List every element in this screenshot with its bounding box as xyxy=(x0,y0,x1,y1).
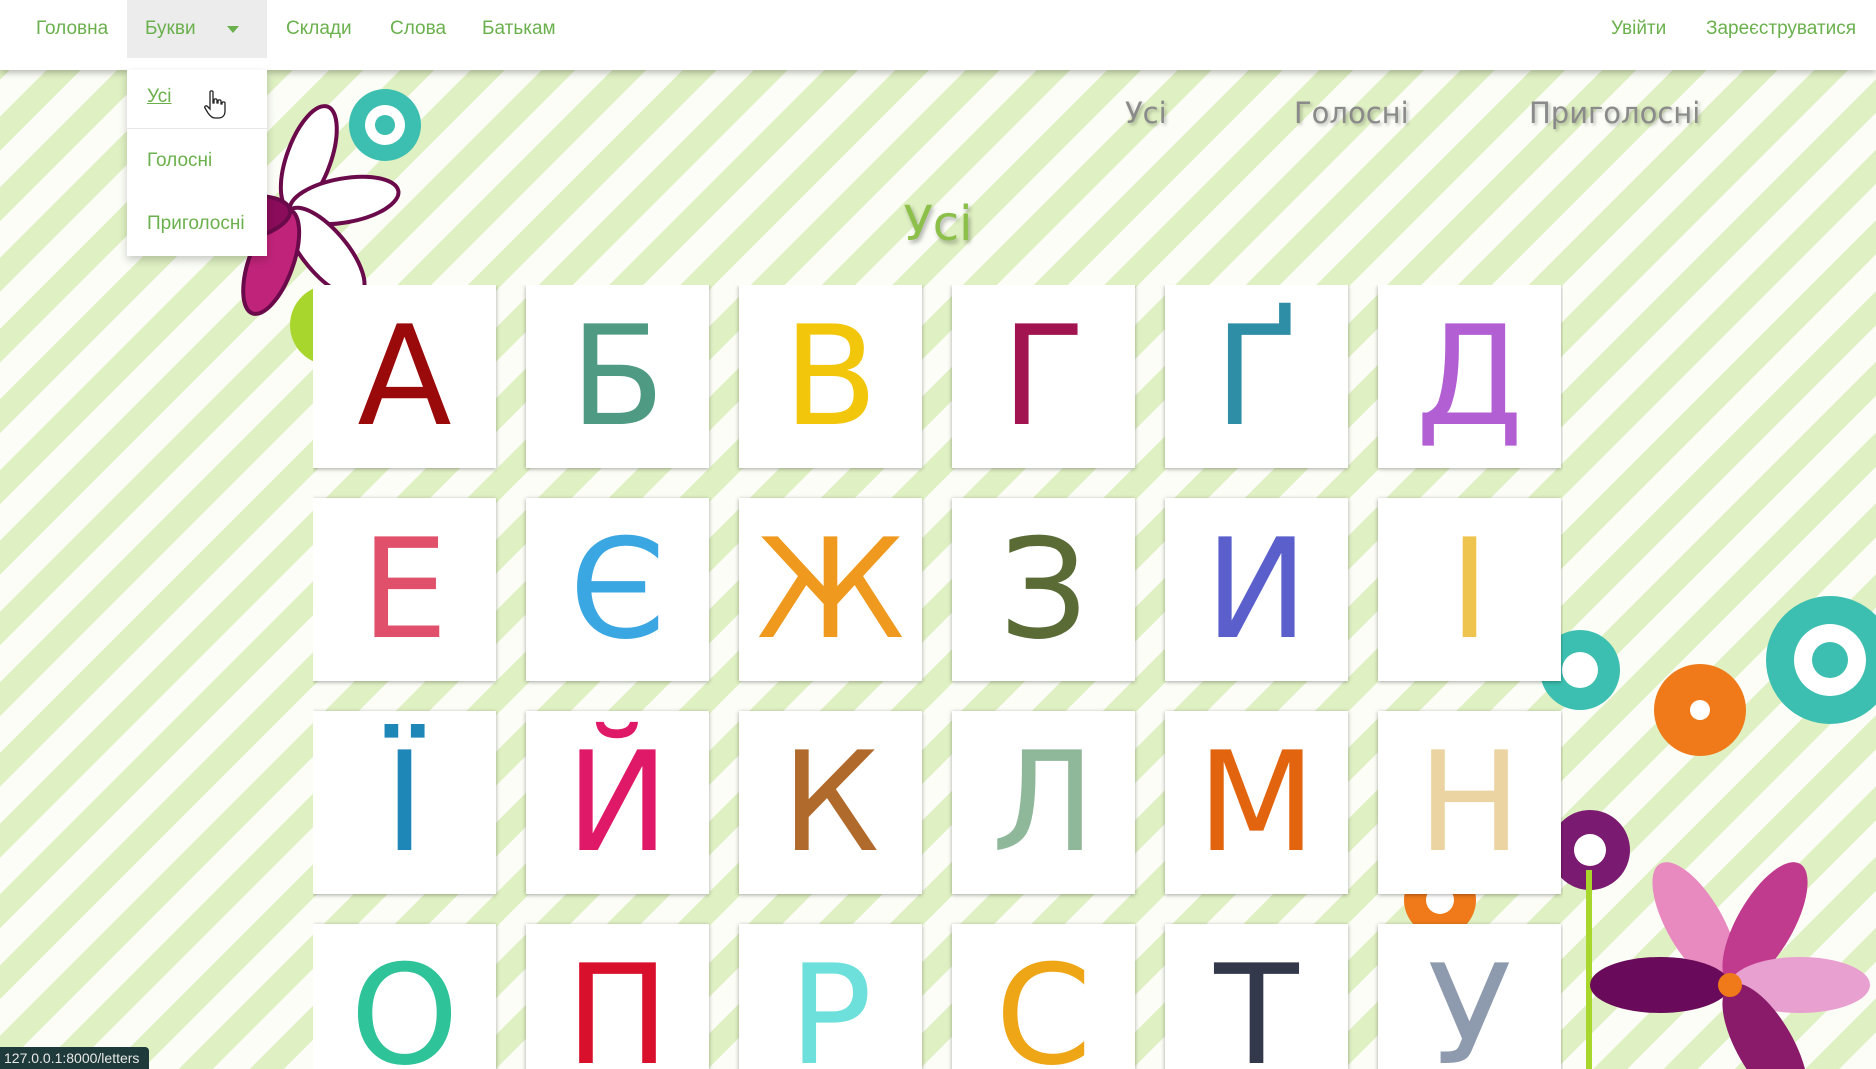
dropdown-item-vowels[interactable]: Голосні xyxy=(147,150,212,172)
letter-glyph: Г xyxy=(1001,295,1086,457)
letters-dropdown-menu: Усі Голосні Приголосні xyxy=(127,70,267,256)
letter-glyph: И xyxy=(1204,508,1309,670)
letter-glyph: Ї xyxy=(384,721,425,883)
letter-glyph: М xyxy=(1196,721,1317,883)
nav-letters-dropdown-toggle[interactable]: Букви xyxy=(127,0,267,58)
browser-status-url: 127.0.0.1:8000/letters xyxy=(0,1047,150,1069)
letter-glyph: Н xyxy=(1417,721,1522,883)
subnav-vowels[interactable]: Голосні xyxy=(1294,96,1409,130)
nav-letters-label: Букви xyxy=(145,18,196,39)
letter-glyph: У xyxy=(1427,934,1512,1069)
letter-card[interactable]: Ї xyxy=(313,711,496,894)
letter-card[interactable]: М xyxy=(1165,711,1348,894)
letter-card[interactable]: З xyxy=(952,498,1135,681)
letter-glyph: І xyxy=(1449,508,1490,670)
letter-card[interactable]: І xyxy=(1378,498,1561,681)
letter-glyph: О xyxy=(350,934,459,1069)
letter-glyph: К xyxy=(781,721,880,883)
letter-glyph: Б xyxy=(570,295,665,457)
letter-card[interactable]: А xyxy=(313,285,496,468)
letter-card[interactable]: У xyxy=(1378,924,1561,1069)
chevron-down-icon xyxy=(227,26,239,33)
letter-card[interactable]: Р xyxy=(739,924,922,1069)
letter-card[interactable]: Е xyxy=(313,498,496,681)
subnav-all[interactable]: Усі xyxy=(1125,96,1167,130)
letter-card[interactable]: Є xyxy=(526,498,709,681)
letter-card[interactable]: Н xyxy=(1378,711,1561,894)
letter-glyph: Л xyxy=(991,721,1096,883)
letter-glyph: Е xyxy=(360,508,449,670)
hand-pointer-icon xyxy=(204,90,226,119)
nav-words[interactable]: Слова xyxy=(390,0,446,58)
letter-glyph: Т xyxy=(1214,934,1299,1069)
login-link[interactable]: Увійти xyxy=(1611,0,1666,58)
top-navbar: Головна Букви Склади Слова Батькам Увійт… xyxy=(0,0,1876,70)
letter-card[interactable]: П xyxy=(526,924,709,1069)
register-link[interactable]: Зареєструватися xyxy=(1706,0,1856,58)
letter-card[interactable]: Л xyxy=(952,711,1135,894)
nav-parents[interactable]: Батькам xyxy=(482,0,556,58)
letter-glyph: Д xyxy=(1415,295,1524,457)
letter-card[interactable]: С xyxy=(952,924,1135,1069)
letter-card[interactable]: Г xyxy=(952,285,1135,468)
letter-card[interactable]: Ґ xyxy=(1165,285,1348,468)
letter-glyph: А xyxy=(357,295,452,457)
letters-grid: АБВГҐД ЕЄЖЗИІ ЇЙКЛМН ОПРСТУ xyxy=(313,285,1563,1069)
letter-card[interactable]: О xyxy=(313,924,496,1069)
dropdown-item-consonants[interactable]: Приголосні xyxy=(147,213,245,235)
nav-syllables[interactable]: Склади xyxy=(286,0,352,58)
letter-glyph: П xyxy=(565,934,670,1069)
letter-card[interactable]: Б xyxy=(526,285,709,468)
letter-glyph: В xyxy=(783,295,878,457)
dropdown-item-all[interactable]: Усі xyxy=(147,86,172,108)
subnav-consonants[interactable]: Приголосні xyxy=(1529,96,1700,130)
letter-card[interactable]: В xyxy=(739,285,922,468)
letter-glyph: Ґ xyxy=(1214,295,1299,457)
letter-card[interactable]: Д xyxy=(1378,285,1561,468)
dropdown-divider xyxy=(127,128,267,129)
letter-glyph: Р xyxy=(788,934,873,1069)
letter-glyph: С xyxy=(995,934,1092,1069)
letter-card[interactable]: Ж xyxy=(739,498,922,681)
letter-glyph: Є xyxy=(569,508,666,670)
letter-card[interactable]: Т xyxy=(1165,924,1348,1069)
letter-glyph: З xyxy=(999,508,1088,670)
nav-home[interactable]: Головна xyxy=(36,0,108,58)
letter-glyph: Й xyxy=(565,721,670,883)
letter-card[interactable]: И xyxy=(1165,498,1348,681)
letter-card[interactable]: К xyxy=(739,711,922,894)
letter-card[interactable]: Й xyxy=(526,711,709,894)
page-title: Усі xyxy=(903,196,973,252)
letter-glyph: Ж xyxy=(756,508,905,670)
